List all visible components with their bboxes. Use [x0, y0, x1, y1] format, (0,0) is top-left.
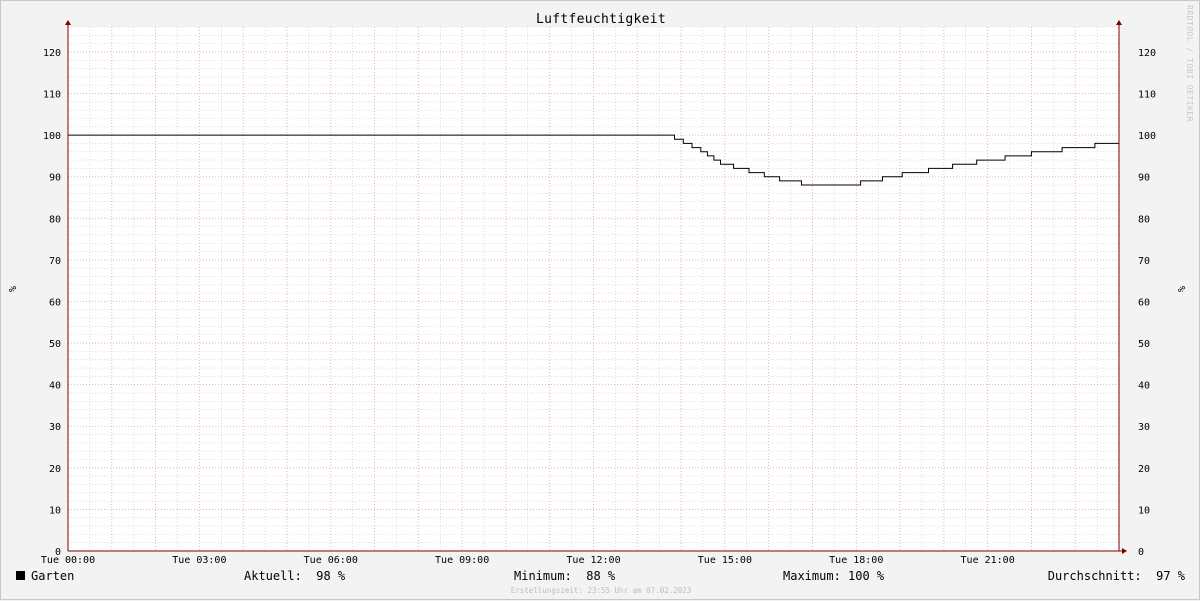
watermark: RRDTOOL / TOBI OETIKER: [1185, 5, 1194, 122]
y-tick-label-right: 80: [1138, 214, 1150, 225]
y-tick-label-right: 50: [1138, 339, 1150, 350]
x-axis-arrow: [1122, 548, 1127, 554]
chart-plot: 0 010 1020 2030 3040 4050 5060 6070 7080 8090 9010…: [6, 20, 1186, 566]
chart-frame: 0 0 10 10 20 20 30 30 40 40 50 50 60 60 70 70 80 80 90 90 10…: [0, 0, 1200, 600]
y-tick-label-right: 60: [1138, 297, 1150, 308]
x-tick-label: Tue 03:00: [172, 555, 226, 566]
y-tick-label-right: 90: [1138, 173, 1150, 184]
x-tick-label: Tue 00:00: [41, 555, 95, 566]
x-tick-label: Tue 06:00: [304, 555, 358, 566]
chart-title: Luftfeuchtigkeit: [535, 12, 667, 27]
y-tick-label-left: 70: [49, 256, 61, 267]
stat-current: Aktuell: 98 %: [244, 569, 346, 583]
y-tick-label-right: 10: [1138, 505, 1150, 516]
legend-row: Garten Aktuell: 98 % Minimum: 88 % Maxim…: [1, 569, 1200, 585]
y-tick-label-right: 110: [1138, 90, 1156, 101]
y-tick-label-left: 80: [49, 214, 61, 225]
y-tick-label-left: 50: [49, 339, 61, 350]
y-tick-label-right: 100: [1138, 131, 1156, 142]
y-tick-label-right: 70: [1138, 256, 1150, 267]
x-tick-label: Tue 09:00: [435, 555, 489, 566]
y-tick-label-left: 100: [43, 131, 61, 142]
y-tick-label-left: 10: [49, 505, 61, 516]
y-tick-label-left: 40: [49, 381, 61, 392]
y-axis-unit-left: %: [6, 286, 17, 292]
legend-series-label: Garten: [31, 569, 75, 583]
footer-timestamp: Erstellungszeit: 23:55 Uhr am 07.02.2023: [510, 586, 692, 595]
stat-average: Durchschnitt: 97 %: [1047, 569, 1185, 583]
stat-maximum: Maximum: 100 %: [783, 569, 885, 583]
stat-minimum: Minimum: 88 %: [514, 569, 616, 583]
y-tick-label-left: 60: [49, 297, 61, 308]
y-tick-label-left: 90: [49, 173, 61, 184]
y-tick-label-left: 30: [49, 422, 61, 433]
x-tick-label: Tue 21:00: [961, 555, 1015, 566]
legend-swatch: [16, 571, 25, 580]
y-tick-label-left: 20: [49, 464, 61, 475]
y-tick-label-right: 30: [1138, 422, 1150, 433]
y-tick-label-right: 0: [1138, 547, 1144, 558]
x-tick-label: Tue 18:00: [829, 555, 883, 566]
x-tick-label: Tue 12:00: [566, 555, 620, 566]
y-tick-label-left: 110: [43, 90, 61, 101]
y-tick-label-right: 20: [1138, 464, 1150, 475]
y-tick-label-left: 120: [43, 48, 61, 59]
y-axis-unit-right: %: [1175, 286, 1186, 292]
y-tick-label-right: 120: [1138, 48, 1156, 59]
y-tick-label-right: 40: [1138, 381, 1150, 392]
x-tick-label: Tue 15:00: [698, 555, 752, 566]
